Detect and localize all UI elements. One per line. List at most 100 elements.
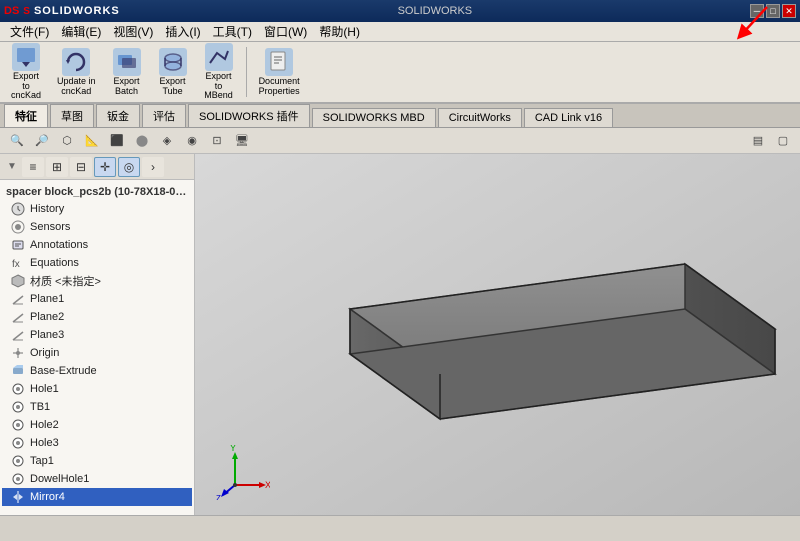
document-properties-icon [265,48,293,76]
tree-item-base-extrude[interactable]: Base-Extrude [2,362,192,380]
menu-help[interactable]: 帮助(H) [313,21,366,42]
menu-view[interactable]: 视图(V) [107,21,159,42]
tab-sheetmetal[interactable]: 钣金 [96,104,140,127]
export-mbend-button[interactable]: ExporttoMBend [197,42,241,104]
feature-tree: spacer block_pcs2b (10-78X18-0X3 History… [0,180,194,515]
history-icon [10,201,26,217]
search2-button[interactable]: 🔎 [31,131,53,151]
tree-root-label: spacer block_pcs2b (10-78X18-0X3 [2,184,192,200]
close-button[interactable]: ✕ [782,4,796,18]
sensors-icon [10,219,26,235]
tb1-icon [10,399,26,415]
export-mbend-label: ExporttoMBend [204,72,233,102]
cmd-icon-5[interactable]: ⬛ [106,131,128,151]
minimize-button[interactable]: ─ [750,4,764,18]
menu-file[interactable]: 文件(F) [4,21,55,42]
tree-item-sensors[interactable]: Sensors [2,218,192,236]
panel-toggle-1[interactable]: ▤ [747,131,769,151]
plane1-label: Plane1 [30,293,64,305]
tree-item-mirror4[interactable]: Mirror4 [2,488,192,506]
left-panel: ▼ ≡ ⊞ ⊟ ✛ ◎ › spacer block_pcs2b (10-78X… [0,154,195,515]
3d-viewport[interactable]: Y X Z [195,154,800,515]
tab-cadlink[interactable]: CAD Link v16 [524,108,613,127]
app-logo: DS S SOLIDWORKS [4,5,120,17]
search-button[interactable]: 🔍 [6,131,28,151]
menu-edit[interactable]: 编辑(E) [55,21,107,42]
maximize-button[interactable]: □ [766,4,780,18]
grid-view-button[interactable]: ⊞ [46,157,68,177]
toolbar-sep-1 [246,47,247,97]
export-mbend-icon [205,43,233,71]
tree-item-tb1[interactable]: TB1 [2,398,192,416]
cmd-icon-7[interactable]: ◈ [156,131,178,151]
tree-item-hole1[interactable]: Hole1 [2,380,192,398]
export-tube-label: ExportTube [160,77,186,97]
svg-text:Z: Z [216,494,221,500]
tree-item-plane2[interactable]: Plane2 [2,308,192,326]
plane1-icon [10,291,26,307]
export-tube-button[interactable]: ExportTube [151,45,195,100]
menu-window[interactable]: 窗口(W) [258,21,313,42]
document-properties-label: DocumentProperties [259,77,300,97]
svg-text:fx: fx [12,259,20,270]
list-view-button[interactable]: ≡ [22,157,44,177]
app-title: SOLIDWORKS [120,5,750,17]
logo-solidworks-text: SOLIDWORKS [34,5,120,17]
tab-sw-plugins[interactable]: SOLIDWORKS 插件 [188,104,310,127]
cmd-icon-3[interactable]: ⬡ [56,131,78,151]
window-controls: ─ □ ✕ [750,4,796,18]
circle-view-button[interactable]: ◎ [118,157,140,177]
menu-tools[interactable]: 工具(T) [207,21,258,42]
panel-toggle-2[interactable]: ▢ [772,131,794,151]
tree-item-annotations[interactable]: Annotations [2,236,192,254]
tree-item-hole2[interactable]: Hole2 [2,416,192,434]
update-cnckad-button[interactable]: Update incncKad [50,45,103,100]
tab-sw-mbd[interactable]: SOLIDWORKS MBD [312,108,436,127]
dowelhole1-icon [10,471,26,487]
collapse-button[interactable]: ⊟ [70,157,92,177]
expand-button[interactable]: › [142,157,164,177]
tree-item-tap1[interactable]: Tap1 [2,452,192,470]
hole2-label: Hole2 [30,419,59,431]
tab-evaluate[interactable]: 评估 [142,104,186,127]
update-cnckad-label: Update incncKad [57,77,96,97]
document-properties-button[interactable]: DocumentProperties [252,45,307,100]
tb1-label: TB1 [30,401,50,413]
tree-item-history[interactable]: History [2,200,192,218]
annotations-label: Annotations [30,239,88,251]
cmd-icon-9[interactable]: ⊡ [206,131,228,151]
plane3-label: Plane3 [30,329,64,341]
model-view [195,154,800,515]
logo-ds: DS [4,5,19,17]
cmd-icon-4[interactable]: 📐 [81,131,103,151]
mirror4-label: Mirror4 [30,491,65,503]
tree-item-hole3[interactable]: Hole3 [2,434,192,452]
material-label: 材质 <未指定> [30,273,101,289]
export-batch-button[interactable]: ExportBatch [105,45,149,100]
tab-sketch[interactable]: 草图 [50,104,94,127]
tree-item-plane3[interactable]: Plane3 [2,326,192,344]
crosshair-button[interactable]: ✛ [94,157,116,177]
tab-features[interactable]: 特征 [4,104,48,127]
export-cnckad-button[interactable]: ExporttocncKad [4,42,48,104]
main-toolbar: ExporttocncKad Update incncKad ExportBat… [0,42,800,104]
tab-bar: 特征 草图 钣金 评估 SOLIDWORKS 插件 SOLIDWORKS MBD… [0,104,800,128]
cmd-icon-10[interactable]: 🖥 [231,131,253,151]
tree-item-equations[interactable]: fx Equations [2,254,192,272]
tab-circuitworks[interactable]: CircuitWorks [438,108,522,127]
svg-text:X: X [265,480,270,490]
menu-insert[interactable]: 插入(I) [159,21,206,42]
hole3-label: Hole3 [30,437,59,449]
cmd-icon-6[interactable]: ⬤ [131,131,153,151]
tree-item-material[interactable]: 材质 <未指定> [2,272,192,290]
cmd-icon-8[interactable]: ◉ [181,131,203,151]
menu-bar: 文件(F) 编辑(E) 视图(V) 插入(I) 工具(T) 窗口(W) 帮助(H… [0,22,800,42]
export-batch-label: ExportBatch [114,77,140,97]
export-batch-icon [113,48,141,76]
hole2-icon [10,417,26,433]
plane2-label: Plane2 [30,311,64,323]
tree-item-plane1[interactable]: Plane1 [2,290,192,308]
hole1-label: Hole1 [30,383,59,395]
tree-item-origin[interactable]: Origin [2,344,192,362]
tree-item-dowelhole1[interactable]: DowelHole1 [2,470,192,488]
